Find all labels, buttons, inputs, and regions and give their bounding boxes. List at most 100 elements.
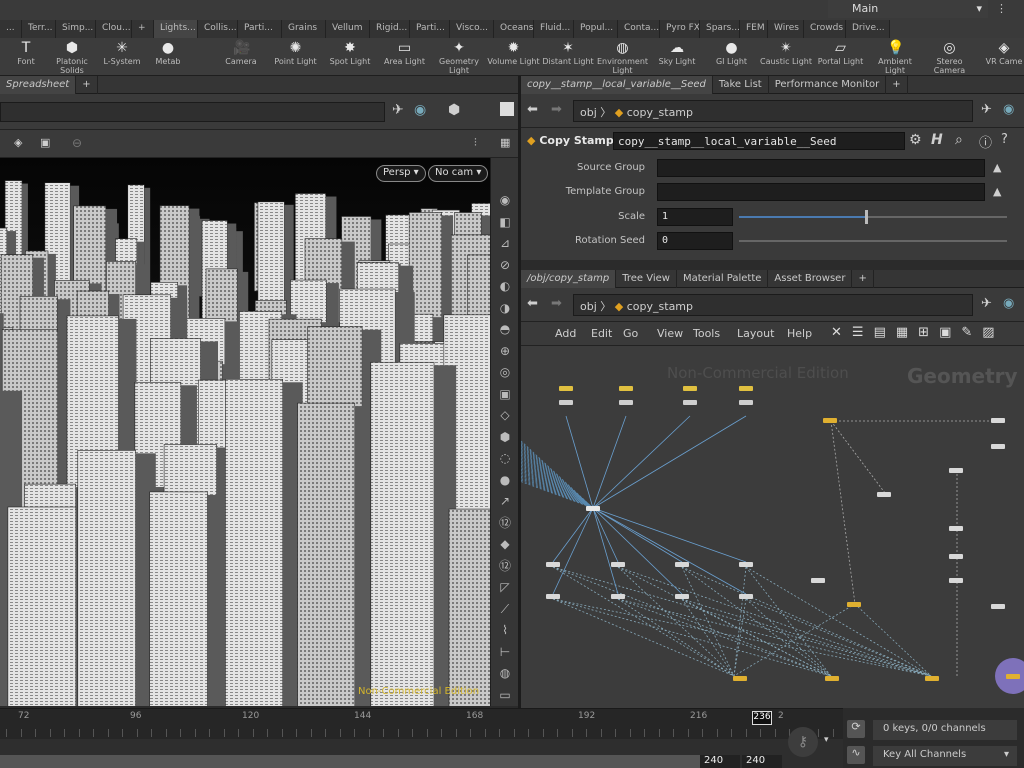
tree-list-icon[interactable]: ☰	[852, 325, 864, 340]
shelf-tab[interactable]: Fluid...	[534, 20, 574, 38]
shelf-tool[interactable]: ✺ Point Light	[269, 38, 323, 76]
source-group-field[interactable]	[657, 159, 985, 177]
tab-params[interactable]: copy__stamp__local_variable__Seed	[521, 75, 713, 94]
viewport-tool-icon[interactable]: ◸	[497, 579, 513, 595]
network-menu-item[interactable]: Tools	[693, 327, 737, 340]
viewport-tool-icon[interactable]: ◍	[497, 665, 513, 681]
network-node[interactable]	[925, 676, 939, 681]
snap-icon[interactable]: ◈	[14, 136, 22, 149]
stop-icon[interactable]: ⊖	[72, 136, 82, 150]
curve-icon[interactable]: ∿	[847, 746, 865, 764]
shelf-tab[interactable]: Popul...	[574, 20, 618, 38]
network-menu-item[interactable]: Help	[787, 327, 827, 340]
add-tab-button[interactable]: +	[76, 75, 98, 94]
shelf-tab[interactable]: Vellum	[326, 20, 370, 38]
viewport-tool-icon[interactable]: ↗	[497, 493, 513, 509]
link-icon-2[interactable]: ◉	[1003, 102, 1014, 117]
viewport-tool-icon[interactable]: ◐	[497, 278, 513, 294]
shelf-tool[interactable]: ✳ L-System	[100, 38, 144, 76]
shelf-tab[interactable]: ...	[0, 20, 22, 38]
viewport-tool-icon[interactable]: ◎	[497, 364, 513, 380]
param-path-field[interactable]: obj 〉 ◆ copy_stamp	[573, 100, 973, 122]
template-group-field[interactable]	[657, 183, 985, 201]
end-frame-field[interactable]: 240	[700, 755, 740, 768]
source-group-arrow-icon[interactable]: ▲	[993, 161, 1001, 174]
network-node[interactable]	[991, 604, 1005, 609]
shelf-tab[interactable]: Visco...	[450, 20, 494, 38]
list-icon[interactable]: ▤	[874, 325, 886, 340]
network-node[interactable]	[675, 594, 689, 599]
network-node[interactable]	[675, 562, 689, 567]
current-frame-marker[interactable]: 236	[752, 711, 772, 725]
template-group-arrow-icon[interactable]: ▲	[993, 185, 1001, 198]
network-menu-item[interactable]: Edit	[591, 327, 623, 340]
keys-icon[interactable]: ⟳	[847, 720, 865, 738]
tab-material-palette[interactable]: Material Palette	[677, 269, 769, 288]
network-menu-item[interactable]: Add	[555, 327, 591, 340]
viewport-path-field[interactable]	[0, 102, 385, 122]
link-icon[interactable]: ◉	[414, 102, 426, 118]
viewport-tool-icon[interactable]: ⑫	[497, 558, 513, 574]
image-icon[interactable]: ▨	[982, 325, 994, 340]
network-node[interactable]	[823, 418, 837, 423]
panel-icon[interactable]: ▣	[939, 325, 951, 340]
viewport-tool-icon[interactable]: ⊘	[497, 257, 513, 273]
network-node[interactable]	[546, 594, 560, 599]
forward-icon[interactable]: ➡	[551, 102, 562, 117]
shelf-tab[interactable]: Terr...	[22, 20, 56, 38]
shelf-tab[interactable]: FEM	[740, 20, 768, 38]
grid-view-icon[interactable]: ▦	[896, 325, 908, 340]
network-node[interactable]	[733, 676, 747, 681]
shelf-tool[interactable]: ▱ Portal Light	[814, 38, 868, 76]
network-node[interactable]	[739, 400, 753, 405]
viewport-tool-icon[interactable]: ◓	[497, 321, 513, 337]
viewport-tool-icon[interactable]: ⊢	[497, 644, 513, 660]
shelf-tab[interactable]: Collis...	[198, 20, 238, 38]
network-node[interactable]	[1006, 674, 1020, 679]
network-node[interactable]	[739, 386, 753, 391]
network-node[interactable]	[847, 602, 861, 607]
key-all-channels-button[interactable]: Key All Channels ▾	[873, 746, 1017, 766]
shelf-tab[interactable]: Drive...	[846, 20, 890, 38]
shelf-tab[interactable]: Wires	[768, 20, 804, 38]
shelf-tool[interactable]: ◎ Stereo Camera	[923, 38, 977, 76]
viewport-tool-icon[interactable]: ◧	[497, 214, 513, 230]
display-options-icon[interactable]: ▣	[40, 136, 50, 149]
pin-icon[interactable]: ✈	[392, 102, 404, 118]
network-editor[interactable]: Non-Commercial Edition Geometry	[521, 346, 1024, 708]
scale-slider-handle[interactable]	[865, 210, 868, 224]
viewport-tool-icon[interactable]: ⑫	[497, 515, 513, 531]
viewport-tool-icon[interactable]: ⟋	[497, 601, 513, 617]
viewport-tool-icon[interactable]: ◑	[497, 300, 513, 316]
3d-viewport[interactable]: Non-Commercial Edition	[0, 158, 490, 706]
network-node[interactable]	[683, 386, 697, 391]
key-icon[interactable]: ⚷	[788, 727, 818, 757]
global-end-field[interactable]: 240	[742, 755, 782, 768]
network-node[interactable]	[739, 594, 753, 599]
help-h-icon[interactable]: H	[931, 132, 943, 148]
wrench-icon[interactable]: ✕	[831, 325, 842, 340]
shelf-tab[interactable]: Pyro FX	[660, 20, 700, 38]
scale-slider[interactable]	[739, 216, 867, 218]
shelf-tool[interactable]: ⬢ Platonic Solids	[50, 38, 94, 76]
add-tab-button-2[interactable]: +	[886, 75, 908, 94]
shelf-tab[interactable]: Parti...	[410, 20, 450, 38]
shelf-tool[interactable]: ✦ Geometry Light	[432, 38, 486, 76]
network-menu-item[interactable]: Go	[623, 327, 657, 340]
network-node[interactable]	[739, 562, 753, 567]
net-back-icon[interactable]: ⬅	[527, 296, 538, 311]
net-forward-icon[interactable]: ➡	[551, 296, 562, 311]
viewport-tool-icon[interactable]: ⌇	[497, 622, 513, 638]
timeline-range-bar[interactable]	[0, 755, 700, 768]
network-node[interactable]	[991, 418, 1005, 423]
search-icon[interactable]: ⌕	[955, 132, 963, 148]
shelf-tab[interactable]: Oceans	[494, 20, 534, 38]
gear-icon[interactable]: ⚙	[909, 132, 922, 148]
shelf-tab[interactable]: Rigid...	[370, 20, 410, 38]
viewport-tool-icon[interactable]: ◇	[497, 407, 513, 423]
shelf-tool[interactable]: ✴ Caustic Light	[759, 38, 813, 76]
tab-spreadsheet[interactable]: Spreadsheet	[0, 75, 77, 94]
viewport-tool-icon[interactable]: ⬢	[497, 429, 513, 445]
shelf-tool[interactable]: ◈ VR Came	[977, 38, 1024, 76]
shelf-tab[interactable]: Parti...	[238, 20, 282, 38]
